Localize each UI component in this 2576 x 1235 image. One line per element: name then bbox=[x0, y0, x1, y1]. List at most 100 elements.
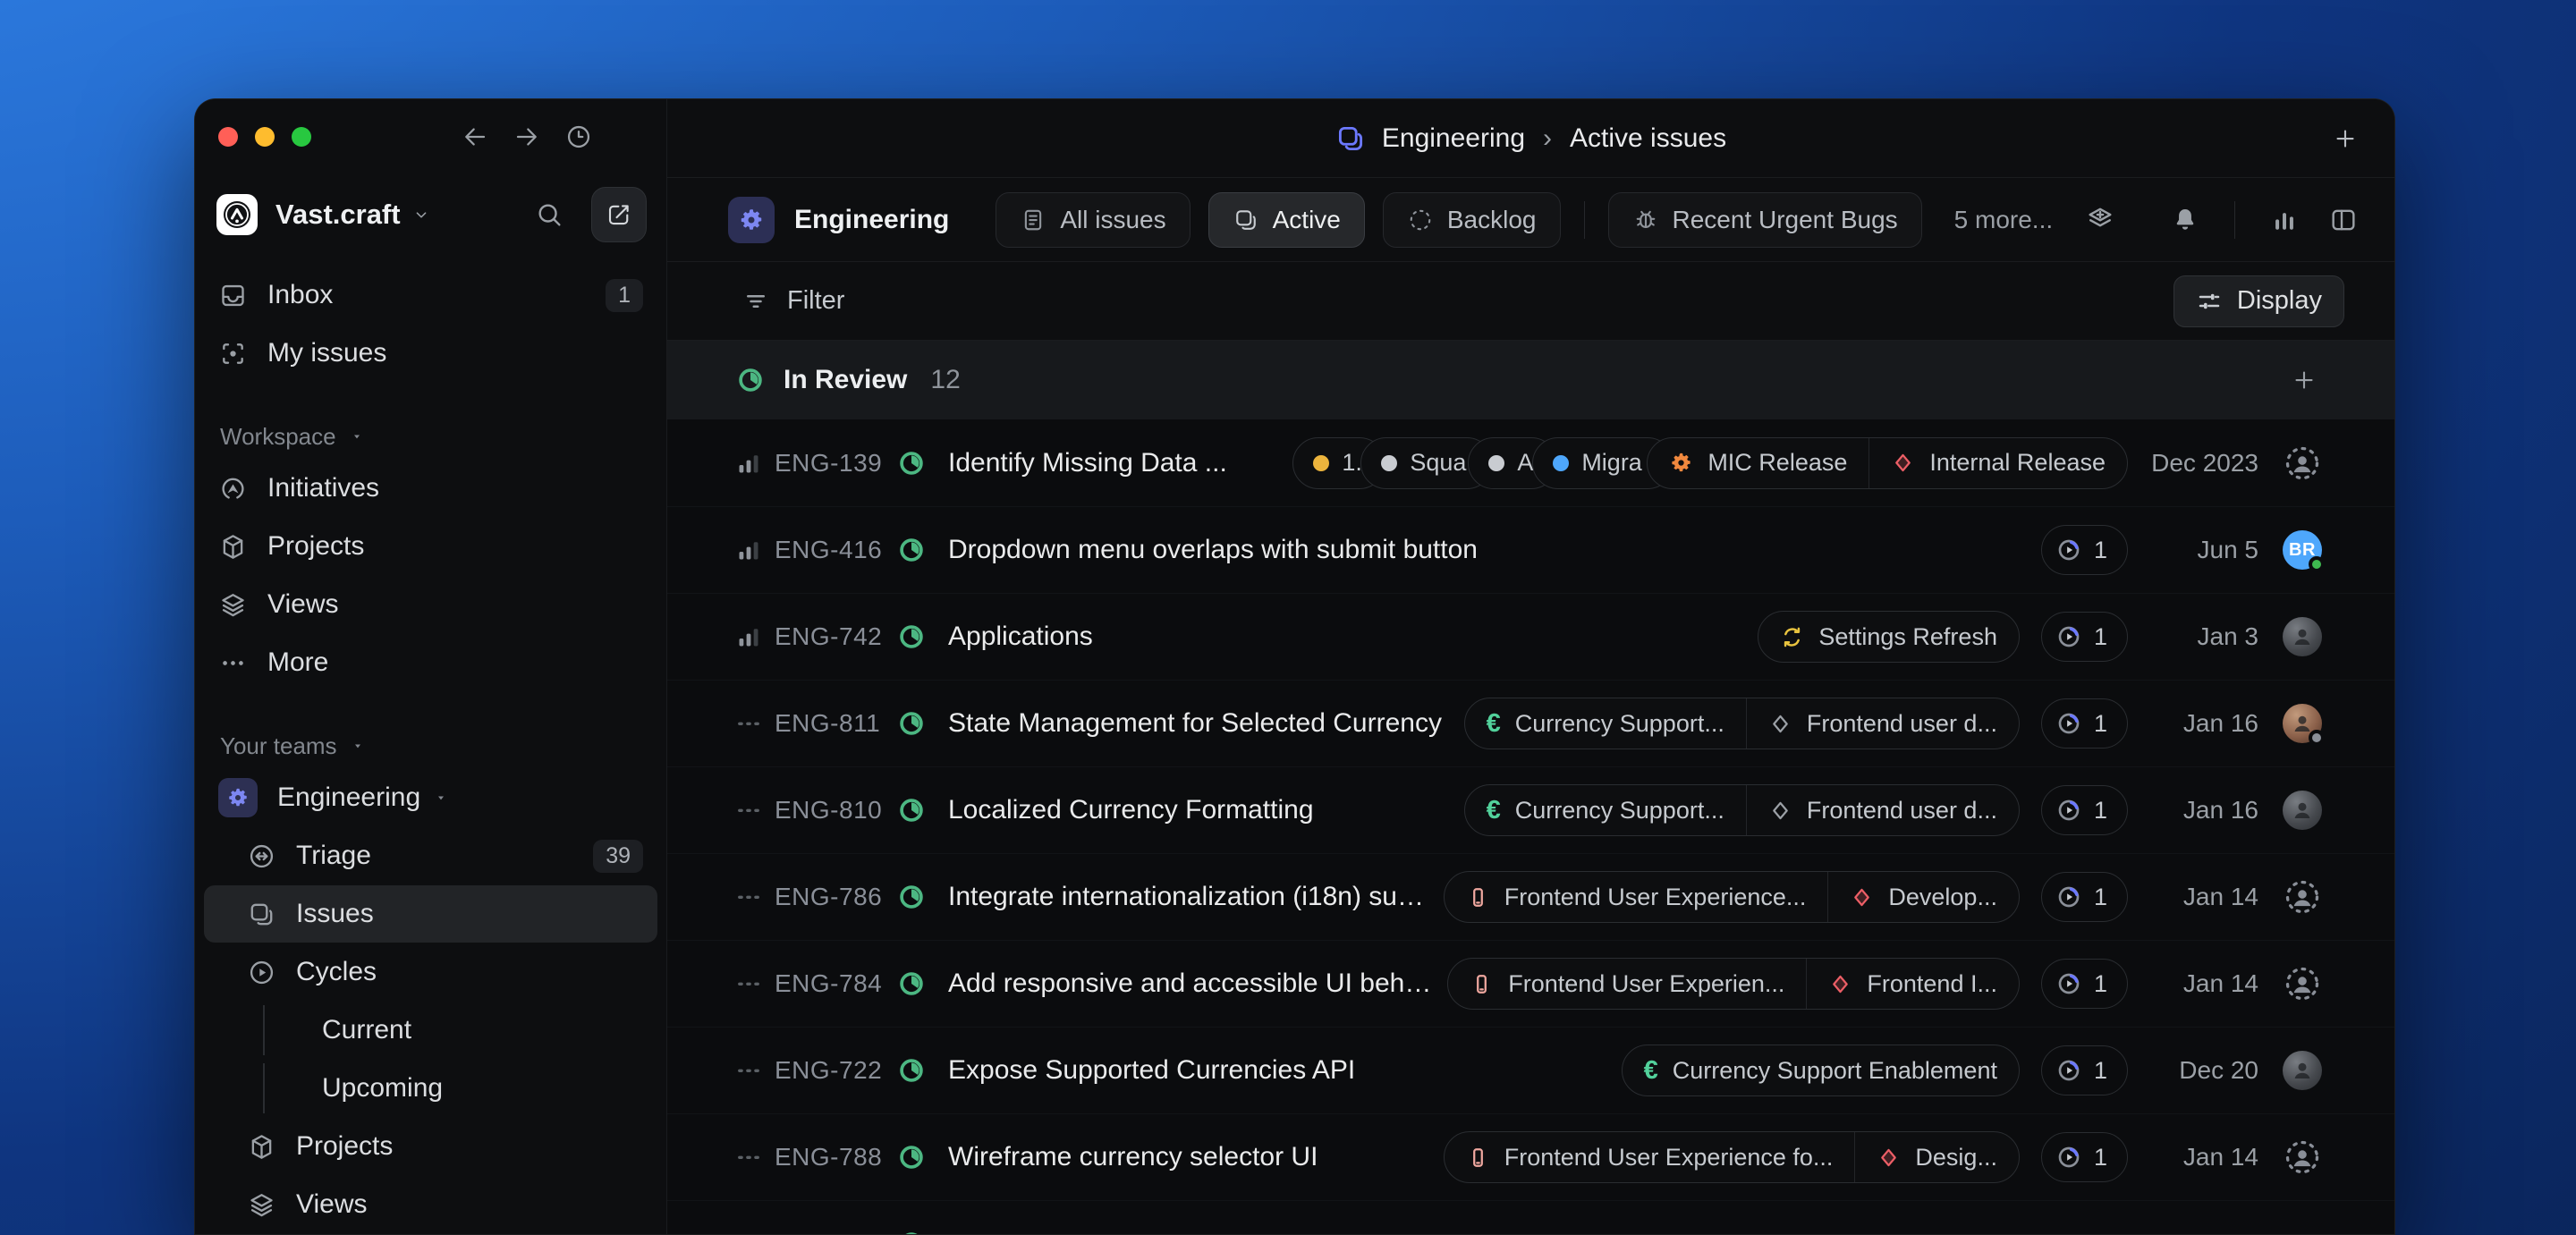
tab-recent-urgent-bugs[interactable]: Recent Urgent Bugs bbox=[1607, 191, 1922, 248]
sidebar-item-team-projects[interactable]: Projects bbox=[204, 1118, 657, 1175]
assignee-avatar[interactable] bbox=[2282, 1051, 2323, 1090]
issue-row[interactable]: ENG-811 State Management for Selected Cur… bbox=[667, 680, 2394, 766]
sidebar-item-team-engineering[interactable]: Engineering bbox=[204, 769, 657, 826]
group-header-in-review[interactable]: In Review 12 bbox=[667, 341, 2394, 419]
sidebar-item-more[interactable]: More bbox=[204, 634, 657, 691]
tab-active[interactable]: Active bbox=[1208, 191, 1365, 248]
no-priority-icon[interactable] bbox=[733, 882, 764, 912]
assignee-avatar[interactable] bbox=[2282, 444, 2323, 483]
no-priority-icon[interactable] bbox=[733, 708, 764, 739]
side-panel-toggle-icon[interactable] bbox=[2328, 205, 2359, 235]
tab-backlog[interactable]: Backlog bbox=[1382, 191, 1561, 248]
sidebar-item-inbox[interactable]: Inbox 1 bbox=[204, 266, 657, 324]
assignee-avatar[interactable] bbox=[2282, 704, 2325, 746]
priority-medium-icon[interactable] bbox=[733, 448, 764, 478]
assignee-avatar[interactable] bbox=[2282, 964, 2323, 1003]
label-segment[interactable]: Develop... bbox=[1827, 872, 2019, 922]
status-in-review-icon[interactable] bbox=[896, 535, 927, 565]
status-in-review-icon[interactable] bbox=[896, 448, 927, 478]
history-button[interactable] bbox=[564, 123, 593, 151]
label-group[interactable]: Frontend User Experien... Frontend I... bbox=[1447, 958, 2020, 1010]
cycle-pill[interactable]: 1 bbox=[2040, 785, 2128, 835]
cycle-pill[interactable]: 1 bbox=[2040, 698, 2128, 749]
no-priority-icon[interactable] bbox=[733, 1055, 764, 1086]
cycle-pill[interactable]: 1 bbox=[2040, 612, 2128, 662]
label-segment[interactable]: Frontend User Experience... bbox=[1445, 872, 1828, 922]
insights-chart-icon[interactable] bbox=[2269, 205, 2300, 235]
workspace-section-header[interactable]: Workspace bbox=[195, 414, 666, 459]
label-segment[interactable]: MIC Release bbox=[1648, 438, 1868, 488]
more-tabs-button[interactable]: 5 more... bbox=[1954, 206, 2053, 234]
assignee-avatar[interactable] bbox=[2282, 877, 2323, 917]
label-segment[interactable]: € Currency Support... bbox=[1465, 698, 1746, 749]
priority-medium-icon[interactable] bbox=[733, 535, 764, 565]
sidebar-item-upcoming-cycle[interactable]: Upcoming bbox=[204, 1060, 657, 1117]
close-window-button[interactable] bbox=[218, 126, 238, 147]
filter-button[interactable]: Filter bbox=[742, 286, 844, 316]
label-segment[interactable]: Frontend User Experience fo... bbox=[1445, 1132, 1855, 1182]
sidebar-item-projects[interactable]: Projects bbox=[204, 518, 657, 575]
sidebar-item-initiatives[interactable]: Initiatives bbox=[204, 460, 657, 517]
priority-medium-icon[interactable] bbox=[733, 622, 764, 652]
sidebar-item-team-views[interactable]: Views bbox=[204, 1176, 657, 1233]
cycle-pill[interactable]: 1 bbox=[2040, 1045, 2128, 1095]
teams-section-header[interactable]: Your teams bbox=[195, 723, 666, 768]
cycle-pill[interactable]: 1 bbox=[2040, 959, 2128, 1009]
forward-button[interactable] bbox=[513, 123, 541, 151]
notifications-bell-icon[interactable] bbox=[2170, 205, 2200, 235]
status-in-review-icon[interactable] bbox=[896, 969, 927, 999]
status-in-review-icon[interactable] bbox=[896, 795, 927, 825]
minimize-window-button[interactable] bbox=[255, 126, 275, 147]
label-group[interactable]: Frontend User Experience fo... Desig... bbox=[1443, 1131, 2020, 1183]
add-issue-button[interactable] bbox=[2291, 367, 2318, 393]
issue-row[interactable]: ENG-788 Wireframe currency selector UI Fro… bbox=[667, 1113, 2394, 1200]
sidebar-item-views[interactable]: Views bbox=[204, 576, 657, 633]
add-view-icon[interactable] bbox=[2085, 205, 2115, 235]
issue-row[interactable]: ENG-784 Add responsive and accessible UI … bbox=[667, 940, 2394, 1027]
no-priority-icon[interactable] bbox=[733, 1142, 764, 1172]
label-group[interactable]: € Currency Support... Frontend user d... bbox=[1463, 784, 2020, 836]
sidebar-item-current-cycle[interactable]: Current bbox=[204, 1002, 657, 1059]
label-segment[interactable]: Desig... bbox=[1854, 1132, 2019, 1182]
cycle-pill[interactable]: 1 bbox=[2040, 1132, 2128, 1182]
assignee-avatar[interactable] bbox=[2282, 791, 2323, 830]
issue-row[interactable]: ENG-810 Localized Currency Formatting € Cur… bbox=[667, 766, 2394, 853]
compose-button[interactable] bbox=[591, 186, 647, 242]
no-priority-icon[interactable] bbox=[733, 795, 764, 825]
label-segment[interactable]: Frontend User Experien... bbox=[1448, 959, 1806, 1009]
label-segment[interactable]: Frontend user d... bbox=[1745, 698, 2019, 749]
status-in-review-icon[interactable] bbox=[896, 1055, 927, 1086]
tab-all-issues[interactable]: All issues bbox=[996, 191, 1191, 248]
sidebar-item-issues[interactable]: Issues bbox=[204, 885, 657, 943]
display-button[interactable]: Display bbox=[2173, 275, 2344, 327]
issue-row[interactable]: ENG-416 Dropdown menu overlaps with submi… bbox=[667, 506, 2394, 593]
new-tab-button[interactable] bbox=[2332, 125, 2359, 152]
status-in-review-icon[interactable] bbox=[896, 708, 927, 739]
cycle-pill[interactable]: 1 bbox=[2040, 525, 2128, 575]
issue-row[interactable]: ENG-742 Applications Settings Refresh 1 Jan … bbox=[667, 593, 2394, 680]
sidebar-item-my-issues[interactable]: My issues bbox=[204, 325, 657, 382]
label-segment[interactable]: Frontend I... bbox=[1806, 959, 2019, 1009]
label-group[interactable]: MIC Release Internal Release bbox=[1647, 436, 2128, 489]
search-icon[interactable] bbox=[534, 199, 564, 230]
team-chip[interactable]: Engineering bbox=[728, 196, 949, 243]
label-group[interactable]: Settings Refresh bbox=[1758, 611, 2020, 663]
issue-row-partial[interactable] bbox=[667, 1200, 2394, 1234]
label-segment[interactable]: € Currency Support... bbox=[1465, 785, 1746, 835]
label-segment[interactable]: Settings Refresh bbox=[1758, 612, 2019, 662]
status-in-review-icon[interactable] bbox=[896, 882, 927, 912]
sidebar-item-triage[interactable]: Triage 39 bbox=[204, 827, 657, 884]
label-group[interactable]: € Currency Support Enablement bbox=[1621, 1045, 2020, 1096]
issue-row[interactable]: ENG-722 Expose Supported Currencies API € C… bbox=[667, 1027, 2394, 1113]
status-in-review-icon[interactable] bbox=[896, 1142, 927, 1172]
sidebar-item-cycles[interactable]: Cycles bbox=[204, 943, 657, 1001]
issue-row[interactable]: ENG-139 Identify Missing Data ... 1.x Squa A… bbox=[667, 419, 2394, 506]
label-segment[interactable]: € Currency Support Enablement bbox=[1623, 1045, 2019, 1095]
issue-row[interactable]: ENG-786 Integrate internationalization (i… bbox=[667, 853, 2394, 940]
no-priority-icon[interactable] bbox=[733, 969, 764, 999]
label-group[interactable]: € Currency Support... Frontend user d... bbox=[1463, 698, 2020, 749]
maximize-window-button[interactable] bbox=[292, 126, 311, 147]
cycle-pill[interactable]: 1 bbox=[2040, 872, 2128, 922]
workspace-switcher[interactable]: Vast.craft bbox=[216, 184, 647, 244]
assignee-avatar[interactable] bbox=[2282, 617, 2323, 656]
